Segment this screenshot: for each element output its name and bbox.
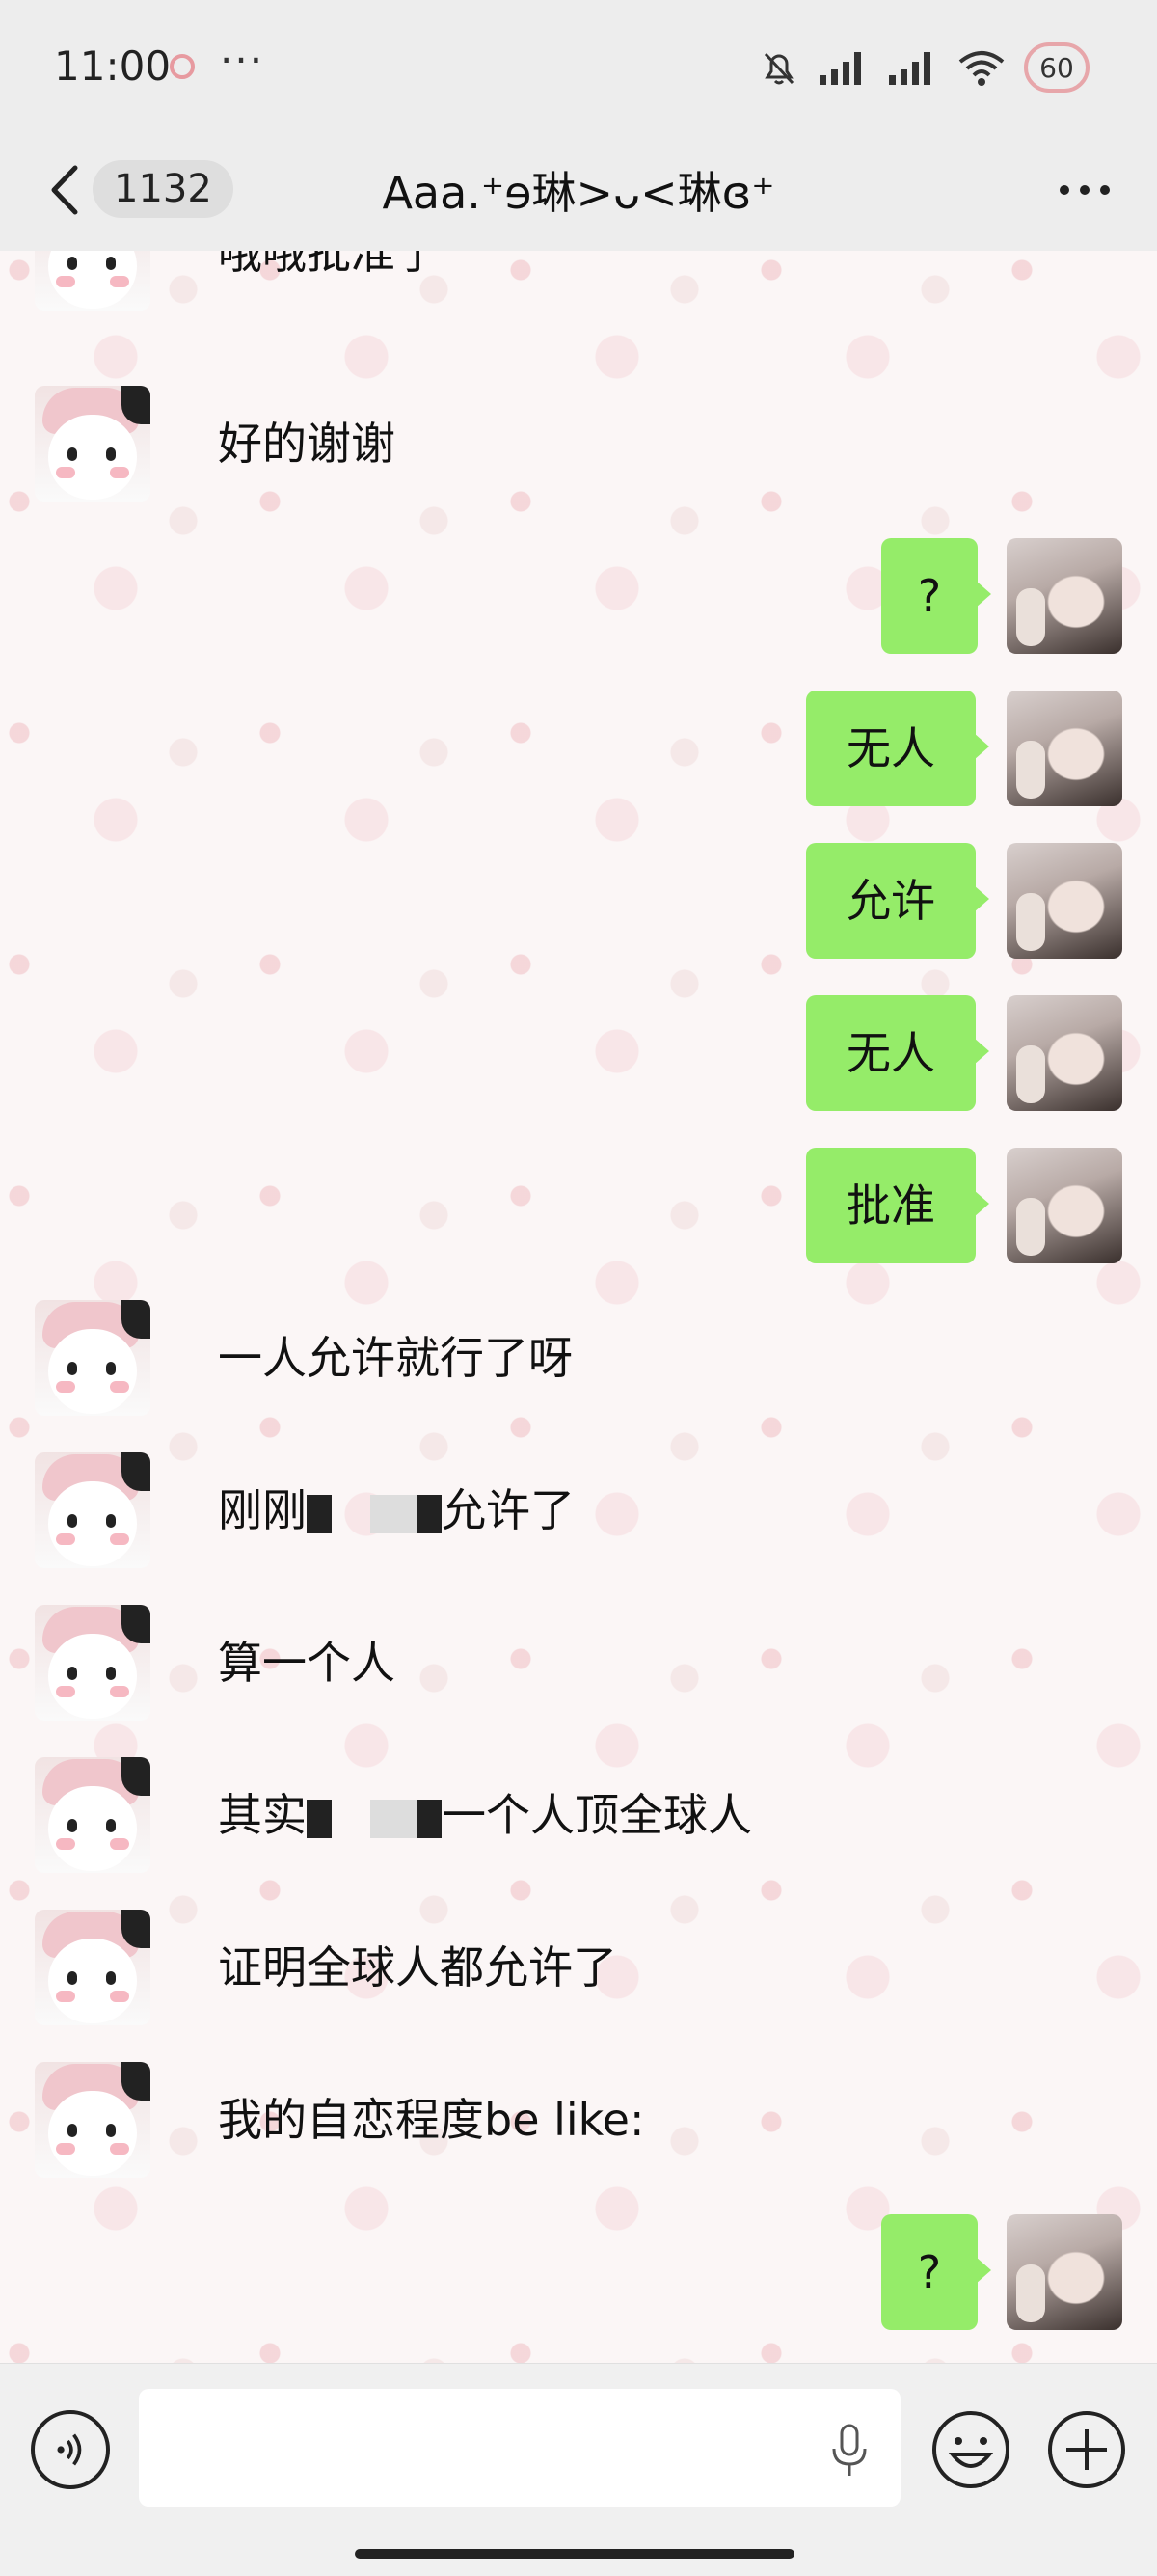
message-right: ? <box>0 2214 1157 2330</box>
contact-avatar[interactable] <box>35 1452 150 1568</box>
contact-avatar[interactable] <box>35 1300 150 1416</box>
chat-messages[interactable]: 哦哦批准了 好的谢谢 ? 无人 允许 无人 批准 一人允许就行了呀 刚刚 允许了… <box>0 251 1157 2363</box>
battery-indicator: 60 <box>1024 42 1090 93</box>
status-bar: 11:00 ··· 60 <box>0 0 1157 135</box>
contact-avatar[interactable] <box>35 2062 150 2178</box>
redaction-mark <box>370 1494 417 1533</box>
contact-avatar[interactable] <box>35 1757 150 1873</box>
mute-bell-icon <box>764 52 794 85</box>
message-left: 好的谢谢 <box>0 386 1157 502</box>
message-right: 无人 <box>0 995 1157 1111</box>
message-bubble[interactable]: 批准 <box>806 1148 989 1263</box>
user-avatar[interactable] <box>1007 843 1122 959</box>
message-text-part: 一个人顶全球人 <box>442 1789 752 1841</box>
redaction-mark <box>370 1799 417 1838</box>
message-bubble[interactable]: 允许 <box>806 843 989 959</box>
message-left: 其实 一个人顶全球人 <box>0 1757 1157 1873</box>
user-avatar[interactable] <box>1007 2214 1122 2330</box>
redaction-mark <box>307 1494 332 1533</box>
message-left: 证明全球人都允许了 <box>0 1910 1157 2025</box>
message-text-part: 刚刚 <box>218 1484 307 1536</box>
user-avatar[interactable] <box>1007 538 1122 654</box>
more-horizontal-icon[interactable] <box>1051 156 1118 224</box>
message-text[interactable]: 刚刚 允许了 <box>218 1481 575 1539</box>
microphone-icon[interactable] <box>825 2422 874 2480</box>
status-time: 11:00 <box>54 42 172 90</box>
user-avatar[interactable] <box>1007 1148 1122 1263</box>
message-left: 刚刚 允许了 <box>0 1452 1157 1568</box>
user-avatar[interactable] <box>1007 691 1122 806</box>
contact-avatar[interactable] <box>35 386 150 502</box>
message-text[interactable]: 哦哦批准了 <box>218 251 440 282</box>
message-text-part: 其实 <box>218 1789 307 1841</box>
signal-1-icon <box>820 52 861 85</box>
contact-avatar[interactable] <box>35 1605 150 1721</box>
message-left: 算一个人 <box>0 1605 1157 1721</box>
message-text[interactable]: 我的自恋程度be like: <box>218 2091 644 2149</box>
message-text[interactable]: 其实 一个人顶全球人 <box>218 1786 752 1844</box>
redaction-gap <box>332 1495 370 1533</box>
redaction-mark <box>417 1494 442 1533</box>
redaction-mark <box>307 1799 332 1838</box>
message-text[interactable]: 证明全球人都允许了 <box>218 1939 617 1996</box>
message-input[interactable] <box>139 2389 901 2507</box>
voice-icon[interactable] <box>31 2410 110 2489</box>
signal-2-icon <box>889 52 930 85</box>
message-right: 允许 <box>0 843 1157 959</box>
emoji-icon[interactable] <box>929 2408 1012 2491</box>
status-dots: ··· <box>220 37 265 84</box>
contact-avatar[interactable] <box>35 251 150 311</box>
message-text-part: 允许了 <box>442 1484 575 1536</box>
home-indicator[interactable] <box>355 2549 794 2559</box>
message-left: 一人允许就行了呀 <box>0 1300 1157 1416</box>
message-right: ? <box>0 538 1157 654</box>
message-text[interactable]: 一人允许就行了呀 <box>218 1329 573 1387</box>
message-text[interactable]: 算一个人 <box>218 1634 395 1692</box>
message-text[interactable]: 好的谢谢 <box>218 415 395 473</box>
user-avatar[interactable] <box>1007 995 1122 1111</box>
message-bubble[interactable]: 无人 <box>806 995 989 1111</box>
message-right: 批准 <box>0 1148 1157 1263</box>
message-bubble[interactable]: 无人 <box>806 691 989 806</box>
message-right: 无人 <box>0 691 1157 806</box>
message-left: 哦哦批准了 <box>0 251 1157 311</box>
message-bubble[interactable]: ? <box>881 2214 991 2330</box>
message-bubble[interactable]: ? <box>881 538 991 654</box>
chat-title: Aaa.⁺ɘ琳>ᴗ<琳ɞ⁺ <box>382 167 775 219</box>
input-bar <box>0 2363 1157 2576</box>
redaction-gap <box>332 1800 370 1838</box>
plus-icon[interactable] <box>1045 2408 1128 2491</box>
message-left: 我的自恋程度be like: <box>0 2062 1157 2178</box>
wifi-icon <box>958 51 1005 86</box>
app-notification-icon <box>170 54 195 79</box>
contact-avatar[interactable] <box>35 1910 150 2025</box>
chat-header: 1132 Aaa.⁺ɘ琳>ᴗ<琳ɞ⁺ <box>0 135 1157 252</box>
status-icons: 60 <box>758 39 1090 96</box>
redaction-mark <box>417 1799 442 1838</box>
